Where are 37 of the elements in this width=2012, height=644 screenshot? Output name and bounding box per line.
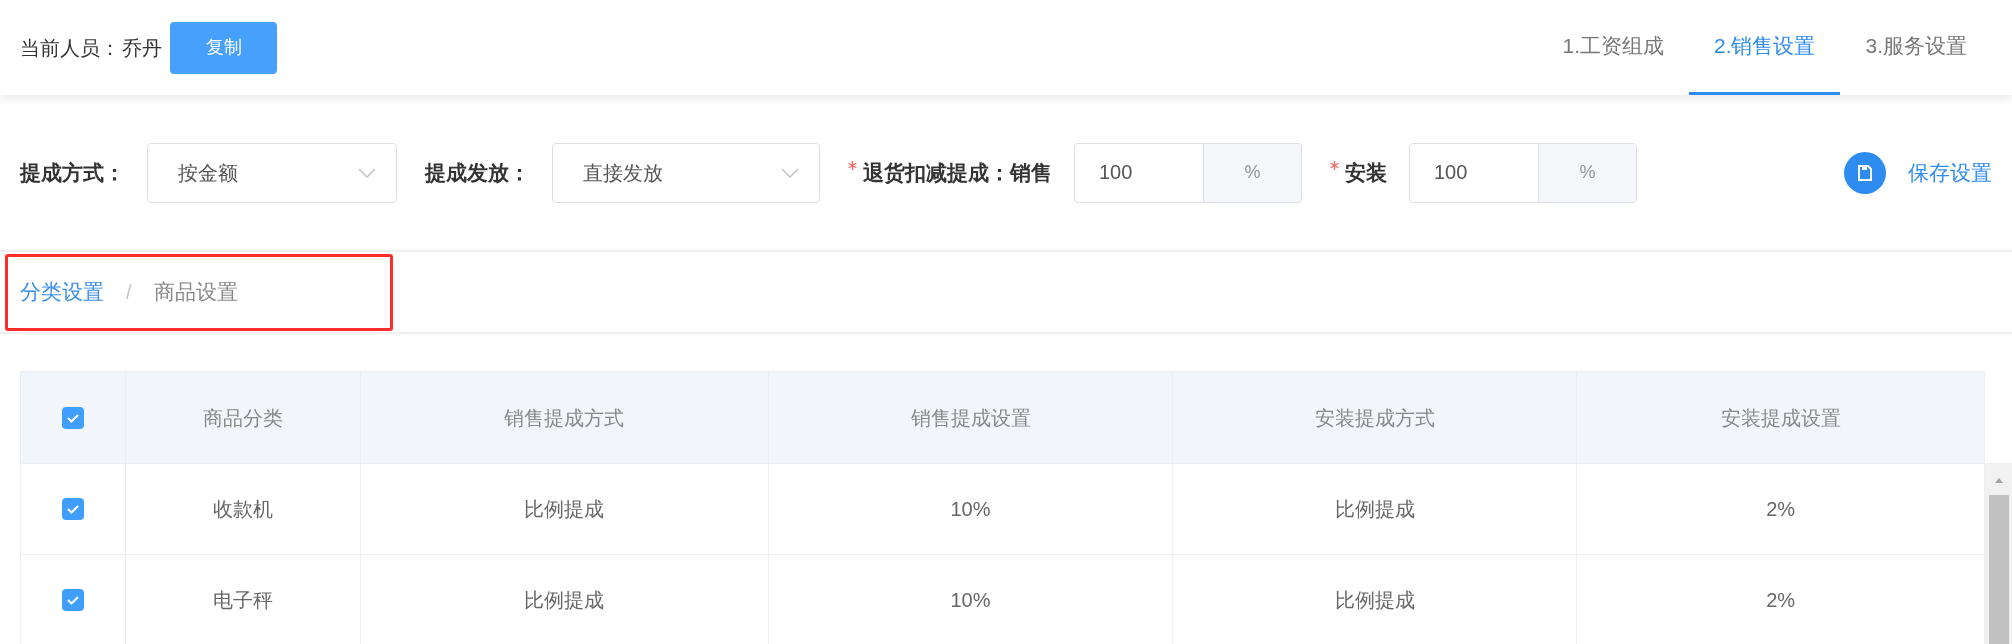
column-header: 安装提成方式: [1173, 372, 1578, 463]
table-cell: 比例提成: [1173, 464, 1578, 554]
current-person-name: 乔丹: [122, 35, 162, 61]
field-label: 退货扣减提成：销售: [863, 159, 1052, 186]
checkbox[interactable]: [61, 406, 84, 429]
checkbox[interactable]: [61, 498, 84, 520]
table-cell: 比例提成: [360, 555, 769, 644]
chevron-down-icon: [781, 167, 799, 178]
table-cell: 比例提成: [360, 464, 769, 554]
input-group[interactable]: 100 %: [1409, 142, 1637, 203]
column-header: 销售提成方式: [360, 372, 769, 463]
save-icon: [1844, 151, 1886, 194]
table-cell: 比例提成: [1173, 555, 1578, 644]
current-person-label: 当前人员：: [20, 35, 120, 61]
step-tab[interactable]: 3.服务设置: [1840, 0, 1992, 95]
dropdown-select[interactable]: 直接发放: [552, 142, 820, 203]
input-group[interactable]: 100 %: [1074, 142, 1302, 203]
column-header: 商品分类: [125, 372, 361, 463]
scrollbar[interactable]: [1985, 463, 2012, 644]
input-field[interactable]: 100: [1075, 143, 1203, 202]
table-cell: 收款机: [125, 464, 361, 554]
step-tab[interactable]: 1.工资组成: [1537, 0, 1689, 95]
table-cell: 10%: [768, 464, 1174, 554]
breadcrumb-current: 商品设置: [153, 279, 238, 306]
column-header: 销售提成设置: [768, 372, 1174, 463]
table-cell: 10%: [768, 555, 1174, 644]
input-field[interactable]: 100: [1410, 143, 1538, 202]
checkbox[interactable]: [61, 589, 84, 611]
breadcrumb-separator: /: [126, 280, 132, 305]
field-label: 安装: [1345, 159, 1387, 186]
field-label: 提成方式：: [20, 159, 125, 186]
unit-addon: %: [1203, 143, 1301, 202]
field-label: 提成发放：: [425, 159, 530, 186]
table-cell: 电子秤: [125, 555, 361, 644]
chevron-down-icon: [358, 167, 376, 178]
dropdown-select[interactable]: 按金额: [147, 142, 397, 203]
unit-addon: %: [1538, 143, 1636, 202]
